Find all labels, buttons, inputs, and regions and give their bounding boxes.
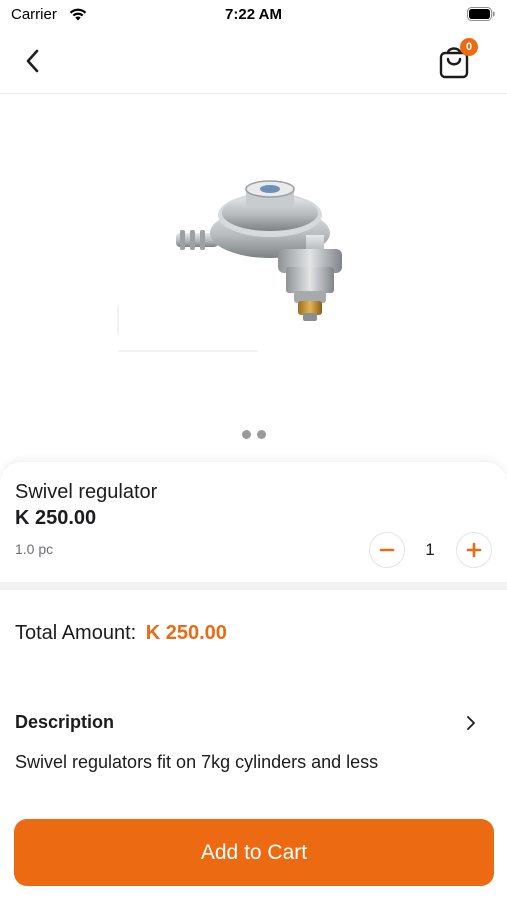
status-bar: Carrier 7:22 AM	[0, 0, 507, 30]
carousel-dots[interactable]	[0, 430, 507, 439]
total-amount-row: Total Amount: K 250.00	[15, 622, 227, 645]
chevron-left-icon	[26, 49, 39, 73]
carousel-dot[interactable]	[256, 430, 266, 439]
quantity-decrement-button[interactable]	[369, 532, 405, 568]
product-info-card: Swivel regulator K 250.00 1.0 pc 1	[0, 462, 507, 582]
total-label: Total Amount:	[15, 622, 137, 644]
product-image[interactable]	[110, 115, 400, 360]
carousel-dot[interactable]	[241, 430, 251, 439]
quantity-value: 1	[425, 540, 435, 559]
gas-regulator-image	[117, 180, 342, 352]
description-title: Description	[15, 712, 115, 732]
product-price: K 250.00	[15, 507, 97, 529]
description-text: Swivel regulators fit on 7kg cylinders a…	[15, 752, 379, 772]
battery-icon	[467, 7, 495, 21]
back-button[interactable]	[18, 46, 48, 76]
chevron-right-icon	[467, 716, 475, 730]
section-divider	[0, 582, 507, 590]
plus-icon	[466, 542, 482, 558]
add-to-cart-button[interactable]: Add to Cart	[14, 819, 494, 886]
description-header[interactable]: Description	[0, 703, 507, 743]
total-value: K 250.00	[145, 622, 227, 644]
nav-bar: 0	[0, 30, 507, 94]
minus-icon	[379, 548, 395, 552]
product-unit: 1.0 pc	[15, 541, 54, 557]
quantity-increment-button[interactable]	[456, 532, 492, 568]
clock: 7:22 AM	[225, 6, 282, 23]
cart-button[interactable]: 0	[437, 38, 478, 80]
cart-count-badge: 0	[460, 38, 478, 56]
product-name: Swivel regulator	[15, 481, 158, 503]
